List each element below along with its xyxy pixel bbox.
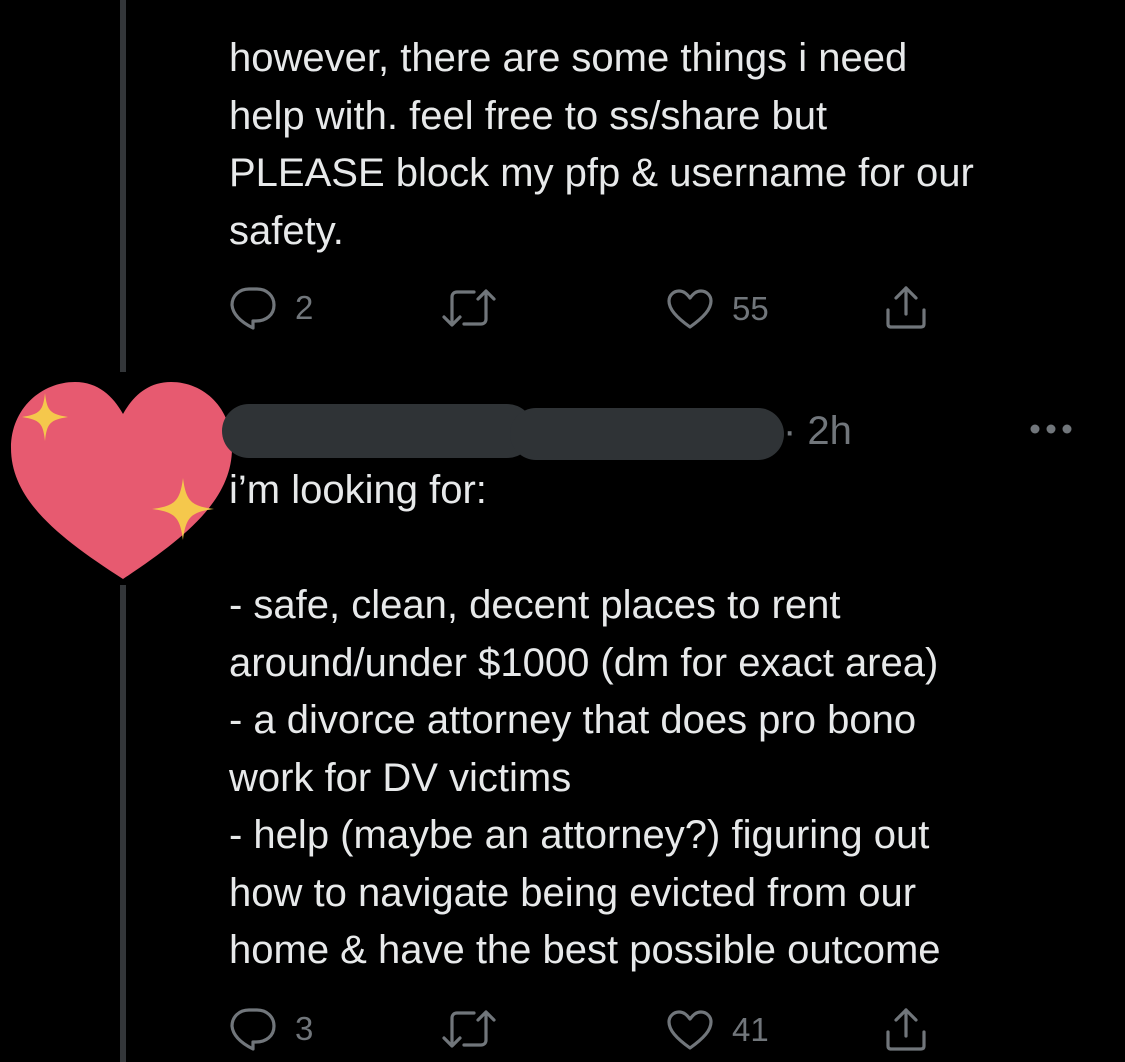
tweet-2-reply-button[interactable]: 3 — [229, 1007, 313, 1051]
tweet-2-like-count: 41 — [732, 1011, 769, 1048]
tweet-2-like-button[interactable]: 41 — [666, 1009, 769, 1051]
tweet-2-reply-count: 3 — [295, 1010, 314, 1047]
thread-line-top — [120, 0, 126, 372]
redacted-display-name — [222, 404, 534, 458]
more-icon[interactable] — [1027, 412, 1075, 446]
reply-icon — [229, 286, 277, 330]
thread-line-bottom — [120, 585, 126, 1062]
tweet-1-share-button[interactable] — [884, 284, 928, 330]
tweet-timestamp[interactable]: · 2h — [783, 404, 852, 458]
retweet-icon — [441, 288, 497, 328]
share-icon — [884, 1006, 928, 1052]
retweet-icon — [441, 1009, 497, 1049]
share-icon — [884, 284, 928, 330]
reply-icon — [229, 1007, 277, 1051]
tweet-1-retweet-button[interactable] — [441, 288, 497, 328]
tweet-1-reply-count: 2 — [295, 289, 314, 326]
like-icon — [666, 288, 714, 330]
sparkling-heart-icon[interactable] — [5, 376, 235, 586]
tweet-1-like-button[interactable]: 55 — [666, 288, 769, 330]
tweet-2-share-button[interactable] — [884, 1006, 928, 1052]
tweet-2-retweet-button[interactable] — [441, 1009, 497, 1049]
like-icon — [666, 1009, 714, 1051]
tweet-2-text: i’m looking for: - safe, clean, decent p… — [229, 468, 941, 972]
tweet-1-reply-button[interactable]: 2 — [229, 286, 313, 330]
tweet-1-text: however, there are some things i need he… — [229, 36, 974, 253]
redacted-username — [510, 408, 784, 460]
tweet-1-like-count: 55 — [732, 290, 769, 327]
